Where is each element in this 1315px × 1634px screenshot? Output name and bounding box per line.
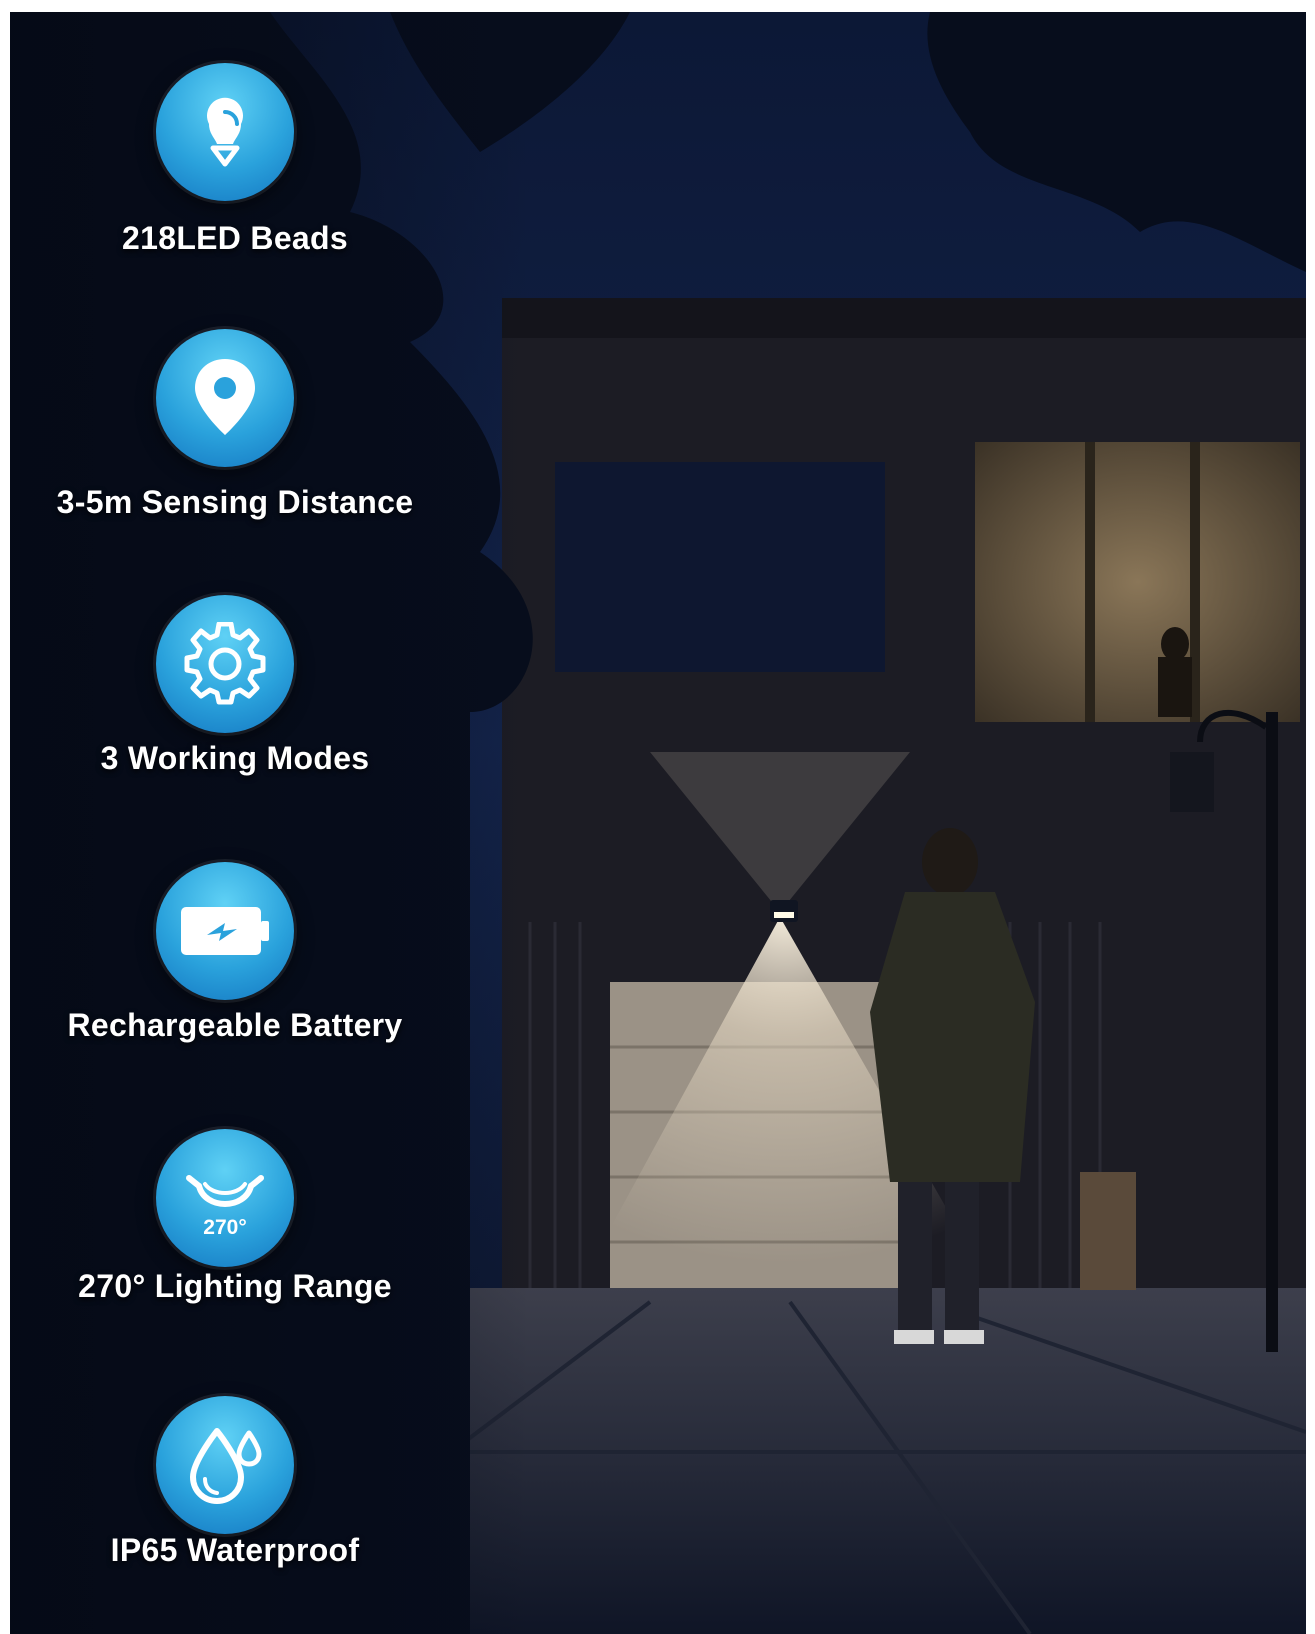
feature-label: IP65 Waterproof [110, 1532, 360, 1568]
feature-label: 3-5m Sensing Distance [56, 484, 414, 520]
feature-label: 270° Lighting Range [78, 1268, 392, 1304]
gear-icon [156, 595, 294, 733]
feature-label: 3 Working Modes [100, 740, 370, 776]
feature-label: 218LED Beads [122, 220, 348, 256]
range-angle-icon: 270° [156, 1129, 294, 1267]
range-angle-text: 270° [203, 1216, 246, 1239]
product-banner: 218LED Beads 3-5m Sensing Distance 3 Wor… [10, 12, 1306, 1634]
location-pin-icon [156, 329, 294, 467]
battery-charging-icon [156, 862, 294, 1000]
water-drops-icon [156, 1396, 294, 1534]
led-bulb-icon [156, 63, 294, 201]
feature-label: Rechargeable Battery [67, 1007, 403, 1043]
